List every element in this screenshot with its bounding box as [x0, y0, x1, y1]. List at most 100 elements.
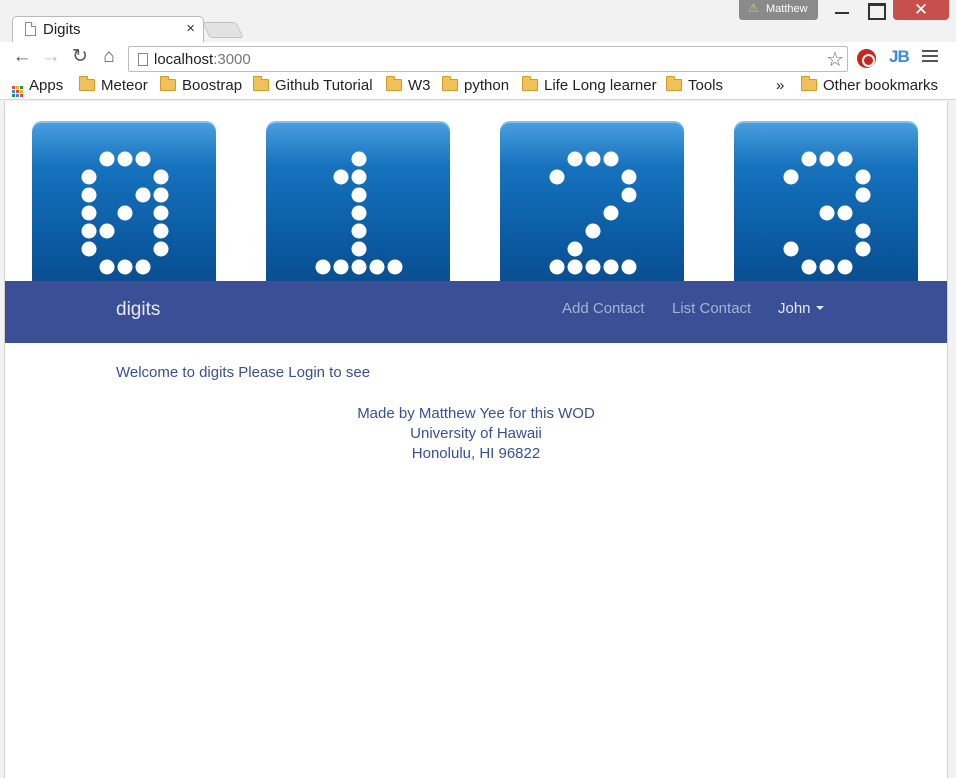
- digit-dot: [855, 169, 871, 185]
- menu-icon[interactable]: [922, 50, 938, 64]
- url-text[interactable]: localhost:3000: [154, 51, 251, 68]
- navbar-brand[interactable]: digits: [116, 299, 160, 321]
- digit-tile-3: [734, 121, 918, 285]
- digit-dot: [351, 223, 367, 239]
- reload-icon[interactable]: ↻: [69, 46, 91, 68]
- bookmark-other-bookmarks[interactable]: Other bookmarks: [801, 76, 938, 94]
- footer-line-2: University of Hawaii: [410, 425, 542, 442]
- page-icon: [138, 53, 148, 66]
- bookmark-star-icon[interactable]: ☆: [826, 47, 844, 72]
- digit-dot: [567, 151, 583, 167]
- browser-tab[interactable]: Digits ×: [12, 16, 204, 42]
- digit-dot: [855, 241, 871, 257]
- bookmark-meteor[interactable]: Meteor: [79, 76, 148, 94]
- digit-dot: [81, 241, 97, 257]
- digit-dot: [351, 259, 367, 275]
- tab-close-icon[interactable]: ×: [186, 20, 195, 37]
- user-name: John: [778, 300, 811, 317]
- window-frame-right: [947, 101, 956, 778]
- digit-dot: [333, 259, 349, 275]
- digits-banner-image: [5, 101, 947, 285]
- digit-dot: [135, 151, 151, 167]
- browser-toolbar: ← → ↻ ⌂ localhost:3000 ☆: [0, 42, 956, 74]
- folder-icon: [160, 76, 176, 91]
- digit-dot: [99, 223, 115, 239]
- bookmark-w3[interactable]: W3: [386, 76, 431, 94]
- digit-dot: [117, 259, 133, 275]
- digit-dot: [621, 169, 637, 185]
- digit-dot: [81, 223, 97, 239]
- folder-icon: [666, 76, 682, 91]
- digit-dot: [81, 205, 97, 221]
- minimize-button[interactable]: [828, 0, 856, 20]
- digit-dot: [135, 259, 151, 275]
- bookmark-github-tutorial[interactable]: Github Tutorial: [253, 76, 373, 94]
- digit-dot: [369, 259, 385, 275]
- url-host: localhost: [154, 51, 214, 68]
- bookmark-label: Apps: [29, 77, 64, 94]
- url-port: :3000: [213, 51, 251, 68]
- digit-tile-1: [266, 121, 450, 285]
- digit-dot: [99, 259, 115, 275]
- digit-dot: [81, 169, 97, 185]
- digit-dot: [351, 169, 367, 185]
- bookmark-label: W3: [408, 77, 431, 94]
- digit-dot: [621, 259, 637, 275]
- bookmark-label: Tools: [688, 77, 724, 94]
- bookmark-label: Life Long learner: [544, 77, 657, 94]
- digit-dot: [855, 223, 871, 239]
- digit-dot: [99, 151, 115, 167]
- forward-arrow-icon[interactable]: →: [40, 46, 62, 68]
- new-tab-button[interactable]: [202, 22, 244, 38]
- folder-icon: [253, 76, 269, 91]
- digit-dot: [549, 169, 565, 185]
- digit-dot: [315, 259, 331, 275]
- user-dropdown[interactable]: John: [778, 300, 824, 317]
- digit-dot: [135, 187, 151, 203]
- bookmark-life-long-learner[interactable]: Life Long learner: [522, 76, 657, 94]
- digit-dot: [603, 205, 619, 221]
- nav-add-contact[interactable]: Add Contact: [562, 300, 645, 317]
- digit-dot: [153, 241, 169, 257]
- page-viewport: digits Add Contact List Contact John Wel…: [5, 101, 947, 778]
- bookmark-tools[interactable]: Tools: [666, 76, 724, 94]
- warning-icon: ⚠: [748, 1, 759, 15]
- digit-dot: [819, 205, 835, 221]
- bookmark-boostrap[interactable]: Boostrap: [160, 76, 242, 94]
- digit-dot: [567, 259, 583, 275]
- bookmark-apps[interactable]: Apps: [12, 77, 63, 97]
- footer-line-3: Honolulu, HI 96822: [411, 445, 541, 462]
- digit-dot: [117, 151, 133, 167]
- back-arrow-icon[interactable]: ←: [11, 46, 33, 68]
- jb-label: JB: [889, 47, 910, 66]
- close-window-button[interactable]: ✕: [893, 0, 949, 20]
- folder-icon: [386, 76, 402, 91]
- jetbrains-extension-icon[interactable]: JB: [889, 47, 910, 67]
- digit-dot: [837, 205, 853, 221]
- maximize-button[interactable]: [861, 0, 889, 20]
- nav-list-contact[interactable]: List Contact: [672, 300, 751, 317]
- stop-extension-icon[interactable]: [857, 49, 876, 68]
- digit-dot: [603, 151, 619, 167]
- digit-dot: [117, 205, 133, 221]
- caret-down-icon: [815, 306, 824, 310]
- bookmark-label: python: [464, 77, 510, 94]
- folder-icon: [442, 76, 458, 91]
- digit-dot: [81, 187, 97, 203]
- tab-title: Digits: [43, 21, 81, 38]
- bookmark-python[interactable]: python: [442, 76, 510, 94]
- address-bar[interactable]: localhost:3000 ☆: [128, 46, 848, 72]
- profile-button[interactable]: ⚠ Matthew: [739, 0, 818, 20]
- bookmarks-overflow-chevron[interactable]: »: [776, 77, 784, 94]
- title-bar: Digits × ⚠ Matthew ✕: [0, 0, 956, 42]
- footer-line-1: Made by Matthew Yee for this WOD: [357, 405, 595, 422]
- app-navbar: digits Add Contact List Contact John: [5, 281, 947, 343]
- home-icon[interactable]: ⌂: [98, 46, 120, 68]
- digit-dot: [153, 169, 169, 185]
- digit-dot: [801, 151, 817, 167]
- digit-dot: [333, 169, 349, 185]
- bookmarks-bar: Apps Meteor Boostrap Github Tutorial W3 …: [0, 74, 956, 100]
- digit-dot: [153, 187, 169, 203]
- folder-icon: [522, 76, 538, 91]
- digit-tile-2: [500, 121, 684, 285]
